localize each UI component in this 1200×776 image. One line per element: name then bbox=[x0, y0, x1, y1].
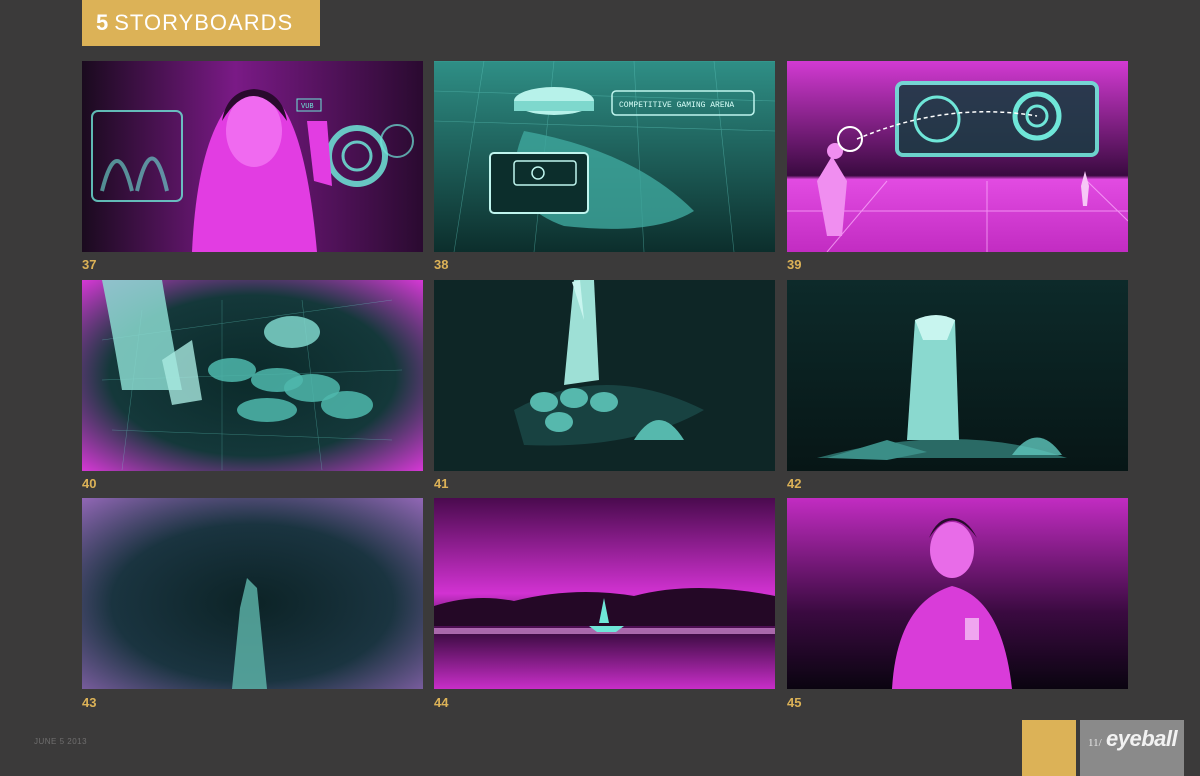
frame-43-illustration bbox=[82, 498, 423, 689]
frame-number: 37 bbox=[82, 257, 97, 272]
page-number: 11/ bbox=[1088, 737, 1102, 749]
frame-number: 40 bbox=[82, 476, 97, 491]
frame-38-illustration: COMPETITIVE GAMING ARENA bbox=[434, 61, 775, 252]
frame-number: 43 bbox=[82, 695, 97, 710]
arena-caption: COMPETITIVE GAMING ARENA bbox=[619, 101, 734, 110]
section-number: 5 bbox=[96, 10, 109, 35]
footer-logo-block: 11/ eyeball bbox=[1080, 720, 1184, 776]
frame-number: 39 bbox=[787, 257, 802, 272]
frame-42-illustration bbox=[787, 280, 1128, 471]
frame-number: 44 bbox=[434, 695, 449, 710]
frame-45-illustration bbox=[787, 498, 1128, 689]
section-title: STORYBOARDS bbox=[114, 10, 294, 35]
frame-44-illustration bbox=[434, 498, 775, 689]
vub-tag: VUB bbox=[301, 103, 314, 111]
brand-logo: eyeball bbox=[1106, 726, 1178, 751]
frame-37-illustration: VUB bbox=[82, 61, 423, 252]
storyboard-frame-39[interactable] bbox=[787, 61, 1128, 252]
storyboard-frame-45[interactable] bbox=[787, 498, 1128, 689]
frame-40-illustration bbox=[82, 280, 423, 471]
storyboard-frame-38[interactable]: COMPETITIVE GAMING ARENA bbox=[434, 61, 775, 252]
storyboard-frame-40[interactable] bbox=[82, 280, 423, 471]
storyboard-frame-43[interactable] bbox=[82, 498, 423, 689]
section-header: 5 STORYBOARDS bbox=[82, 0, 320, 46]
frame-number: 38 bbox=[434, 257, 449, 272]
frame-number: 41 bbox=[434, 476, 449, 491]
storyboard-frame-44[interactable] bbox=[434, 498, 775, 689]
footer-date: JUNE 5 2013 bbox=[34, 737, 88, 746]
frame-number: 45 bbox=[787, 695, 802, 710]
frame-39-illustration bbox=[787, 61, 1128, 252]
footer-accent-block bbox=[1022, 720, 1076, 776]
storyboard-frame-41[interactable] bbox=[434, 280, 775, 471]
frame-41-illustration bbox=[434, 280, 775, 471]
storyboard-frame-37[interactable]: VUB bbox=[82, 61, 423, 252]
frame-number: 42 bbox=[787, 476, 802, 491]
storyboard-frame-42[interactable] bbox=[787, 280, 1128, 471]
